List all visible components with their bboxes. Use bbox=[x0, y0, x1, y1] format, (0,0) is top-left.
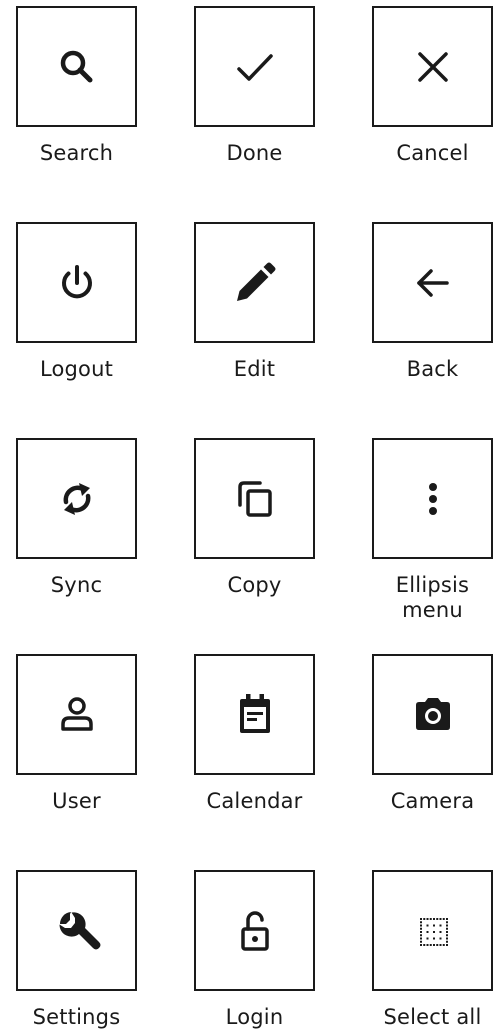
icon-tile-edit[interactable]: Edit bbox=[194, 222, 315, 382]
icon-tile-sync[interactable]: Sync bbox=[16, 438, 137, 598]
icon-label: Select all bbox=[383, 1005, 482, 1029]
icon-tile-logout[interactable]: Logout bbox=[16, 222, 137, 382]
icon-label: Logout bbox=[39, 357, 114, 381]
icon-box[interactable] bbox=[194, 6, 315, 127]
icon-box[interactable] bbox=[194, 654, 315, 775]
power-icon bbox=[61, 264, 92, 298]
select-all-icon bbox=[419, 917, 448, 946]
icon-label: Search bbox=[39, 141, 114, 165]
copy-icon bbox=[237, 480, 272, 517]
icon-label: Edit bbox=[233, 357, 276, 381]
wrench-icon bbox=[58, 911, 100, 949]
camera-icon bbox=[415, 697, 450, 730]
user-icon bbox=[60, 696, 93, 731]
pencil-icon bbox=[236, 262, 275, 301]
icon-tile-camera[interactable]: Camera bbox=[372, 654, 493, 814]
icon-box[interactable] bbox=[16, 438, 137, 559]
icon-tile-login[interactable]: Login bbox=[194, 870, 315, 1030]
icon-label: Copy bbox=[227, 573, 282, 597]
icon-label: Calendar bbox=[206, 789, 303, 813]
icon-box[interactable] bbox=[16, 654, 137, 775]
checkmark-icon bbox=[236, 53, 273, 81]
icon-box[interactable] bbox=[16, 870, 137, 991]
icon-box[interactable] bbox=[194, 222, 315, 343]
icon-box[interactable] bbox=[372, 222, 493, 343]
icon-tile-settings[interactable]: Settings bbox=[16, 870, 137, 1030]
icon-tile-search[interactable]: Search bbox=[16, 6, 137, 166]
icon-box[interactable] bbox=[372, 654, 493, 775]
icon-tile-select-all[interactable]: Select all bbox=[372, 870, 493, 1030]
icon-label: User bbox=[52, 789, 101, 813]
icon-tile-copy[interactable]: Copy bbox=[194, 438, 315, 598]
icon-box[interactable] bbox=[372, 870, 493, 991]
icon-box[interactable] bbox=[372, 6, 493, 127]
ellipsis-vertical-icon bbox=[428, 482, 437, 515]
icon-box[interactable] bbox=[194, 870, 315, 991]
icon-label: Camera bbox=[390, 789, 475, 813]
icon-tile-user[interactable]: User bbox=[16, 654, 137, 814]
icon-label: Ellipsis menu bbox=[395, 573, 470, 622]
icon-tile-done[interactable]: Done bbox=[194, 6, 315, 166]
sync-icon bbox=[63, 482, 90, 515]
icon-box[interactable] bbox=[16, 222, 137, 343]
close-icon bbox=[417, 51, 448, 82]
icon-box[interactable] bbox=[194, 438, 315, 559]
arrow-left-icon bbox=[416, 268, 449, 297]
search-icon bbox=[60, 50, 92, 82]
icon-tile-calendar[interactable]: Calendar bbox=[194, 654, 315, 814]
icon-label: Login bbox=[225, 1005, 284, 1029]
icon-box[interactable] bbox=[372, 438, 493, 559]
icon-label: Done bbox=[226, 141, 283, 165]
icon-label: Back bbox=[406, 357, 459, 381]
icon-label: Settings bbox=[32, 1005, 121, 1029]
icon-tile-cancel[interactable]: Cancel bbox=[372, 6, 493, 166]
icon-tile-ellipsis-menu[interactable]: Ellipsis menu bbox=[372, 438, 493, 623]
icon-box[interactable] bbox=[16, 6, 137, 127]
unlock-icon bbox=[240, 910, 269, 951]
icon-label: Sync bbox=[50, 573, 103, 597]
icon-tile-back[interactable]: Back bbox=[372, 222, 493, 382]
icon-label: Cancel bbox=[396, 141, 469, 165]
calendar-icon bbox=[239, 693, 270, 733]
